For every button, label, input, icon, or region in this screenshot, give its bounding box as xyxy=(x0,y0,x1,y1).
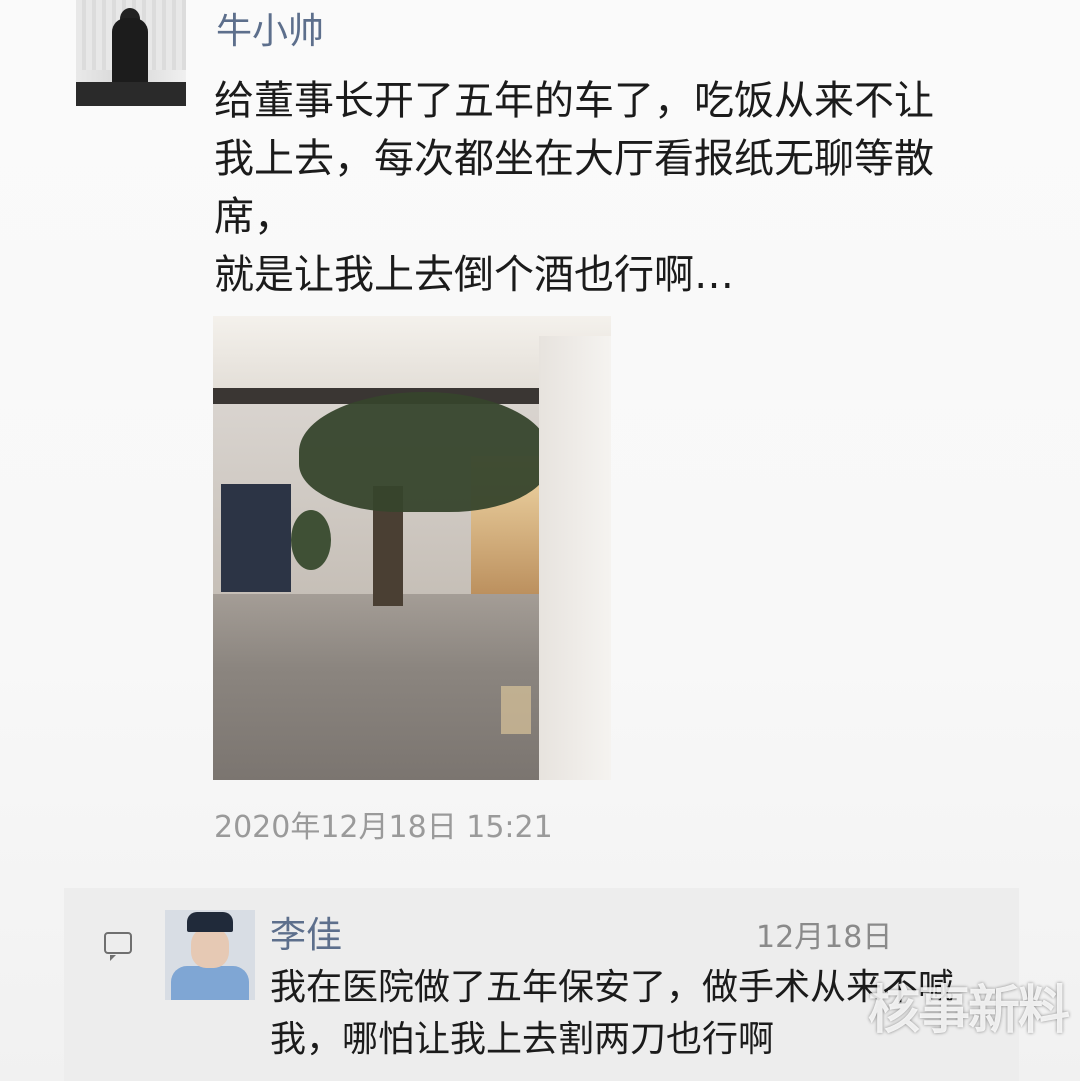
author-avatar[interactable] xyxy=(76,0,186,106)
avatar-cap xyxy=(187,912,233,932)
comment-date: 12月18日 xyxy=(756,920,893,955)
comment-author-name[interactable]: 李佳 xyxy=(270,906,342,958)
avatar-face xyxy=(191,928,229,968)
post-photo[interactable] xyxy=(213,316,611,780)
photo-tree-canopy xyxy=(299,392,549,512)
avatar-uniform xyxy=(171,966,249,1000)
post-author-name[interactable]: 牛小帅 xyxy=(216,2,324,54)
post-text-line: 席， xyxy=(214,194,294,240)
photo-pillar xyxy=(539,336,611,780)
commenter-avatar[interactable] xyxy=(165,910,255,1000)
speech-bubble-icon xyxy=(104,932,132,961)
photo-floor-reflection xyxy=(501,686,531,734)
watermark: 核事新料 xyxy=(868,981,1070,1041)
post-text-line: 给董事长开了五年的车了，吃饭从来不让 xyxy=(214,78,934,124)
moments-post: 牛小帅 给董事长开了五年的车了，吃饭从来不让 我上去，每次都坐在大厅看报纸无聊等… xyxy=(0,0,1080,1081)
post-text-line: 我上去，每次都坐在大厅看报纸无聊等散 xyxy=(214,136,934,182)
avatar-figure xyxy=(112,18,148,88)
avatar-floor xyxy=(76,82,186,106)
photo-door xyxy=(221,484,291,592)
photo-potted-plant xyxy=(291,510,331,570)
post-text: 给董事长开了五年的车了，吃饭从来不让 我上去，每次都坐在大厅看报纸无聊等散 席，… xyxy=(214,72,1014,304)
post-text-line: 就是让我上去倒个酒也行啊… xyxy=(214,252,734,298)
post-timestamp: 2020年12月18日 15:21 xyxy=(214,810,553,845)
